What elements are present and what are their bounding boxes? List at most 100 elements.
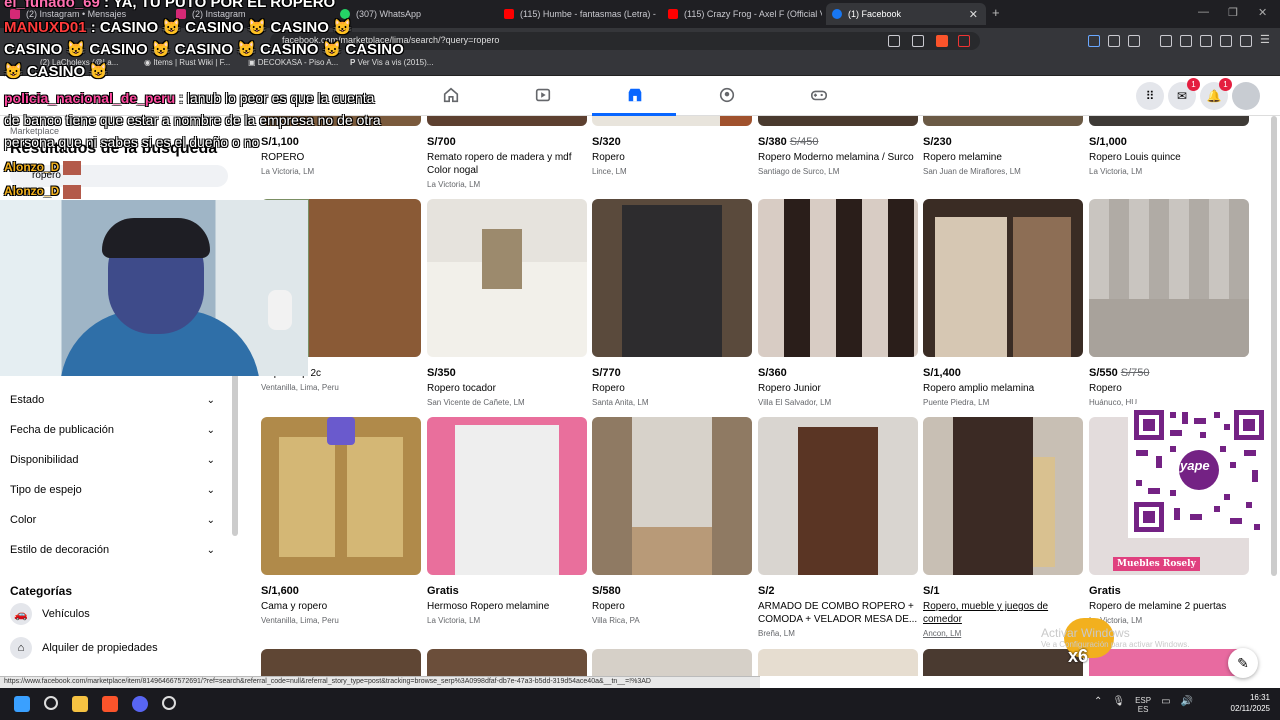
listing-card[interactable]: S/360 Ropero Junior Villa El Salvador, LM	[758, 353, 918, 407]
listing-image[interactable]	[427, 417, 587, 575]
marketplace-icon[interactable]	[626, 86, 644, 104]
listing-image[interactable]	[758, 199, 918, 357]
link-status-bar: https://www.facebook.com/marketplace/ite…	[0, 676, 760, 688]
listing-card[interactable]: Gratis Hermoso Ropero melamine La Victoria…	[427, 571, 587, 625]
messenger-icon[interactable]: ✉ 1	[1168, 78, 1200, 110]
listing-image[interactable]	[261, 649, 421, 676]
menu-icon[interactable]: ☰	[1260, 33, 1272, 46]
results-heading: Resultados de la búsqueda	[10, 140, 218, 157]
minimize-icon[interactable]: —	[1198, 6, 1209, 18]
sidebar-icon[interactable]	[1180, 35, 1192, 47]
bookmark-item[interactable]: ▣ DECOKASA - Piso A...	[248, 58, 338, 67]
browser-tab-bar: (2) Instagram • Mensajes (2) Instagram (…	[0, 0, 1280, 28]
microphone-icon[interactable]: 🎙	[1112, 696, 1125, 714]
chevron-down-icon: ⌄	[206, 484, 215, 496]
bookmark-item[interactable]: ◉ Items | Rust Wiki | F...	[144, 58, 230, 67]
categories-heading: Categorías	[10, 584, 73, 598]
rewards-icon[interactable]	[958, 35, 970, 47]
listing-card[interactable]: S/350 Ropero tocador San Vicente de Cañete…	[427, 353, 587, 407]
groups-icon[interactable]	[718, 86, 736, 104]
tab-facebook[interactable]: (1) Facebook ✕	[826, 3, 986, 25]
tab-instagram-messages[interactable]: (2) Instagram • Mensajes	[4, 3, 164, 25]
listing-card[interactable]: S/580 Ropero Villa Rica, PA	[592, 571, 752, 625]
listing-card[interactable]: S/320 Ropero Lince, LM	[592, 122, 752, 176]
extension-icon[interactable]	[1088, 35, 1100, 47]
close-tab-icon[interactable]: ✕	[969, 8, 978, 21]
language-indicator[interactable]: ESP ES	[1135, 696, 1151, 714]
obs-icon[interactable]	[162, 696, 176, 710]
listing-card[interactable]: S/380 S/450 Ropero Moderno melamina / Surc…	[758, 122, 918, 176]
vpn-icon[interactable]	[1240, 35, 1252, 47]
clock[interactable]: 16:31 02/11/2025	[1220, 692, 1270, 714]
bookmark-item[interactable]: P Ver Vis a vis (2015)...	[350, 58, 433, 67]
video-icon[interactable]	[534, 86, 552, 104]
avatar[interactable]	[1232, 82, 1260, 110]
listing-image[interactable]	[592, 417, 752, 575]
url-field[interactable]: facebook.com/marketplace/lima/search/?qu…	[270, 32, 980, 50]
filter-tipo-espejo[interactable]: Tipo de espejo ⌄	[10, 479, 215, 501]
system-tray: ⌃ 🎙 ESP ES ▭ 🔊	[1094, 696, 1193, 714]
listing-card[interactable]: S/1,000 Ropero Louis quince La Victoria, L…	[1089, 122, 1249, 176]
chevron-up-icon[interactable]: ⌃	[1094, 696, 1102, 714]
listing-card[interactable]: S/770 Ropero Santa Anita, LM	[592, 353, 752, 407]
screen-icon[interactable]	[888, 35, 900, 47]
brave-shield-icon[interactable]	[936, 35, 948, 47]
file-explorer-icon[interactable]	[72, 696, 88, 712]
tab-whatsapp[interactable]: (307) WhatsApp	[334, 3, 494, 25]
listing-image[interactable]	[758, 649, 918, 676]
new-tab-button[interactable]: +	[992, 5, 1000, 20]
bookmark-item[interactable]: (2) LaCholexs (@La...	[40, 58, 118, 67]
yape-logo: yape	[1180, 458, 1210, 473]
share-icon[interactable]	[912, 35, 924, 47]
listing-card[interactable]: S/1,400 Ropero amplio melamina Puente Pied…	[923, 353, 1083, 407]
listing-card[interactable]: S/550 S/750 Ropero Huánuco, HU	[1089, 353, 1249, 407]
listing-card[interactable]: S/700 Remato ropero de madera y mdf Color…	[427, 122, 587, 189]
wallet-icon[interactable]	[1200, 35, 1212, 47]
listing-card[interactable]: S/2 ARMADO DE COMBO ROPERO + COMODA + VEL…	[758, 571, 918, 638]
search-input[interactable]: ropero	[10, 165, 228, 187]
notifications-icon[interactable]: 🔔 1	[1200, 78, 1232, 110]
screenshot-icon[interactable]	[1128, 35, 1140, 47]
listing-card[interactable]: S/230 Ropero melamine San Juan de Miraflor…	[923, 122, 1083, 176]
discord-icon[interactable]	[132, 696, 148, 712]
category-alquiler[interactable]: ⌂ Alquiler de propiedades	[10, 637, 158, 659]
listing-image[interactable]	[427, 199, 587, 357]
filter-estado[interactable]: Estado ⌄	[10, 389, 215, 411]
maximize-icon[interactable]: ❐	[1228, 6, 1238, 19]
volume-icon[interactable]: 🔊	[1181, 696, 1193, 714]
listing-image[interactable]	[592, 649, 752, 676]
listing-card[interactable]: S/1,100 ROPERO La Victoria, LM	[261, 122, 421, 176]
listing-card[interactable]: S/1,600 Cama y ropero Ventanilla, Lima, Pe…	[261, 571, 421, 625]
listing-image[interactable]	[1089, 199, 1249, 357]
filter-color[interactable]: Color ⌄	[10, 509, 215, 531]
listing-image[interactable]	[592, 199, 752, 357]
listing-image[interactable]	[427, 649, 587, 676]
filter-disponibilidad[interactable]: Disponibilidad ⌄	[10, 449, 215, 471]
menu-grid-icon[interactable]: ⠿	[1136, 82, 1164, 110]
windows-start-icon[interactable]	[14, 696, 30, 712]
filter-estilo-decoracion[interactable]: Estilo de decoración ⌄	[10, 539, 215, 561]
close-window-icon[interactable]: ✕	[1258, 6, 1267, 19]
category-vehiculos[interactable]: 🚗 Vehículos	[10, 603, 90, 625]
filter-fecha-publicacion[interactable]: Fecha de publicación ⌄	[10, 419, 215, 441]
notifications-badge: 1	[1219, 78, 1232, 91]
listing-image[interactable]	[923, 199, 1083, 357]
ai-icon[interactable]	[1220, 35, 1232, 47]
page-scrollbar[interactable]	[1271, 116, 1277, 576]
search-icon[interactable]	[44, 696, 58, 710]
gaming-icon[interactable]	[810, 86, 828, 104]
puzzle-icon[interactable]	[1108, 35, 1120, 47]
messenger-badge: 1	[1187, 78, 1200, 91]
home-icon[interactable]	[442, 86, 460, 104]
compose-icon[interactable]: ✎	[1228, 648, 1258, 678]
listing-image[interactable]	[261, 417, 421, 575]
music-icon[interactable]	[1160, 35, 1172, 47]
listing-image[interactable]	[758, 417, 918, 575]
network-icon[interactable]: ▭	[1161, 696, 1170, 714]
brave-icon[interactable]	[102, 696, 118, 712]
tab-youtube-humbe[interactable]: (115) Humbe - fantasmas (Letra) - Yo	[498, 3, 658, 25]
listing-image[interactable]	[923, 417, 1083, 575]
tab-youtube-crazy-frog[interactable]: (115) Crazy Frog - Axel F (Official Vid	[662, 3, 822, 25]
tab-instagram[interactable]: (2) Instagram	[170, 3, 330, 25]
listings-grid: S/1,100 ROPERO La Victoria, LM S/700 Remato…	[240, 116, 1270, 676]
